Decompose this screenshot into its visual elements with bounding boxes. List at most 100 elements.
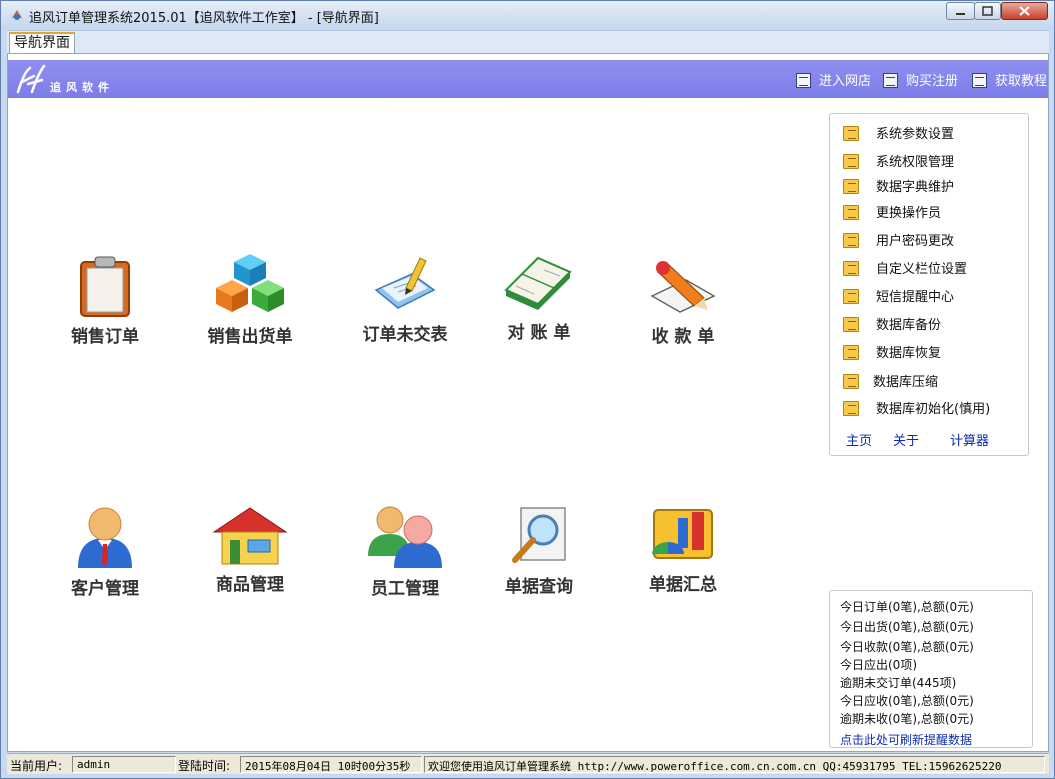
banner: 追风软件 进入网店 购买注册 获取教程: [8, 60, 1048, 98]
book-icon: [843, 205, 859, 220]
book-icon: [843, 345, 859, 360]
tab-navigation[interactable]: 导航界面: [9, 32, 75, 54]
settings-item-label: 系统参数设置: [876, 127, 955, 142]
reminder-line: 今日收款(0笔),总额(0元): [840, 640, 974, 654]
sales-shipment-module[interactable]: 销售出货单: [190, 252, 310, 352]
logo-text: 追风软件: [50, 81, 114, 94]
book-icon: [843, 374, 859, 389]
unfulfilled-orders-module[interactable]: 订单未交表: [345, 252, 465, 352]
note-pencil-icon: [374, 257, 436, 309]
close-icon: [1019, 6, 1030, 16]
settings-item-label: 用户密码更改: [876, 234, 955, 249]
module-label: 客户管理: [71, 579, 139, 599]
minimize-icon: [956, 13, 965, 15]
module-label: 订单未交表: [362, 325, 448, 345]
book-icon: [843, 401, 859, 416]
status-message: 欢迎您使用追风订单管理系统 http://www.poweroffice.com…: [424, 756, 1045, 773]
refresh-reminders-link[interactable]: 点击此处可刷新提醒数据: [840, 731, 972, 748]
change-password-link[interactable]: 用户密码更改: [843, 230, 954, 250]
calculator-link[interactable]: 计算器: [950, 430, 989, 449]
open-book-icon: [504, 256, 572, 310]
staff-management-module[interactable]: 员工管理: [345, 504, 465, 604]
house-icon: [212, 507, 288, 565]
database-compress-link[interactable]: 数据库压缩: [843, 371, 938, 391]
enter-shop-link[interactable]: 进入网店: [796, 70, 871, 89]
close-button[interactable]: [1001, 2, 1048, 20]
home-link[interactable]: 主页: [846, 430, 872, 449]
document-query-module[interactable]: 单据查询: [479, 504, 599, 604]
book-icon: [843, 126, 859, 141]
buy-register-label: 购买注册: [906, 74, 959, 89]
reminder-line: 今日应收(0笔),总额(0元): [840, 694, 974, 708]
book-icon: [843, 289, 859, 304]
product-management-module[interactable]: 商品管理: [190, 504, 310, 604]
buy-register-link[interactable]: 购买注册: [883, 70, 958, 89]
settings-item-label: 系统权限管理: [876, 155, 955, 170]
minimize-button[interactable]: [946, 2, 975, 20]
sms-reminder-link[interactable]: 短信提醒中心: [843, 286, 954, 306]
book-icon: [843, 179, 859, 194]
module-label: 销售订单: [71, 327, 139, 347]
title-bar: 追风订单管理系统2015.01【追风软件工作室】 - [导航界面]: [1, 1, 1054, 29]
system-parameters-link[interactable]: 系统参数设置: [843, 123, 954, 143]
reminder-line: 逾期未收(0笔),总额(0元): [840, 712, 974, 726]
app-window: 追风订单管理系统2015.01【追风软件工作室】 - [导航界面] 导航界面 追…: [0, 0, 1055, 779]
reminder-panel: 今日订单(0笔),总额(0元) 今日出货(0笔),总额(0元) 今日收款(0笔)…: [829, 590, 1033, 748]
module-label: 单据查询: [505, 577, 573, 597]
settings-item-label: 数据库恢复: [876, 346, 942, 361]
login-time-label: 登陆时间:: [178, 759, 231, 773]
receipt-module[interactable]: 收 款 单: [623, 252, 743, 352]
login-time-value: 2015年08月04日 10时00分35秒: [240, 756, 422, 773]
settings-panel: 系统参数设置 系统权限管理 数据字典维护 更换操作员 用户密码更改 自定义栏位设…: [829, 113, 1029, 456]
settings-item-label: 数据库压缩: [873, 375, 939, 390]
book-icon: [843, 154, 859, 169]
system-permissions-link[interactable]: 系统权限管理: [843, 151, 954, 171]
module-label: 单据汇总: [649, 575, 717, 595]
customer-icon: [78, 507, 132, 568]
module-label: 对 账 单: [507, 323, 571, 343]
sales-order-module[interactable]: 销售订单: [45, 254, 165, 354]
custom-columns-link[interactable]: 自定义栏位设置: [843, 258, 967, 278]
change-operator-link[interactable]: 更换操作员: [843, 202, 941, 222]
reminder-line: 今日出货(0笔),总额(0元): [840, 620, 974, 634]
reminder-line: 今日订单(0笔),总额(0元): [840, 600, 974, 614]
pen-paper-icon: [650, 261, 716, 313]
maximize-button[interactable]: [974, 2, 1001, 20]
cubes-icon: [216, 254, 284, 312]
window-title: 追风订单管理系统2015.01【追风软件工作室】 - [导航界面]: [29, 11, 379, 26]
statement-module[interactable]: 对 账 单: [479, 252, 599, 352]
database-backup-link[interactable]: 数据库备份: [843, 314, 941, 334]
reminder-line: 今日应出(0项): [840, 658, 917, 672]
customer-management-module[interactable]: 客户管理: [45, 504, 165, 604]
navigation-page: 追风软件 进入网店 购买注册 获取教程 销售订单 销售出货单 订单未交表 对 账…: [7, 53, 1049, 752]
module-label: 员工管理: [371, 579, 439, 599]
about-link[interactable]: 关于: [893, 430, 919, 449]
get-tutorial-link[interactable]: 获取教程: [972, 70, 1047, 89]
clipboard-icon: [80, 256, 130, 317]
document-icon: [883, 73, 898, 88]
settings-item-label: 更换操作员: [876, 206, 942, 221]
settings-item-label: 数据字典维护: [876, 180, 955, 195]
book-icon: [843, 233, 859, 248]
status-bar: 当前用户: admin 登陆时间: 2015年08月04日 10时00分35秒 …: [7, 753, 1049, 774]
get-tutorial-label: 获取教程: [995, 74, 1048, 89]
summary-chart-icon: [652, 509, 713, 559]
current-user-label: 当前用户:: [10, 759, 63, 773]
book-icon: [843, 261, 859, 276]
logo-icon: [16, 64, 46, 94]
database-restore-link[interactable]: 数据库恢复: [843, 342, 941, 362]
tab-strip: 导航界面: [7, 30, 1049, 54]
settings-item-label: 短信提醒中心: [876, 290, 955, 305]
app-icon: [12, 10, 22, 20]
module-label: 销售出货单: [207, 327, 293, 347]
staff-icon: [368, 506, 442, 568]
database-initialize-link[interactable]: 数据库初始化(慎用): [843, 398, 990, 418]
document-icon: [972, 73, 987, 88]
document-summary-module[interactable]: 单据汇总: [623, 504, 743, 604]
module-label: 收 款 单: [651, 327, 715, 347]
magnifier-icon: [512, 507, 566, 563]
restore-icon: [982, 6, 993, 16]
settings-item-label: 自定义栏位设置: [876, 262, 968, 277]
reminder-line: 逾期未交订单(445项): [840, 676, 957, 690]
data-dictionary-link[interactable]: 数据字典维护: [843, 176, 954, 196]
